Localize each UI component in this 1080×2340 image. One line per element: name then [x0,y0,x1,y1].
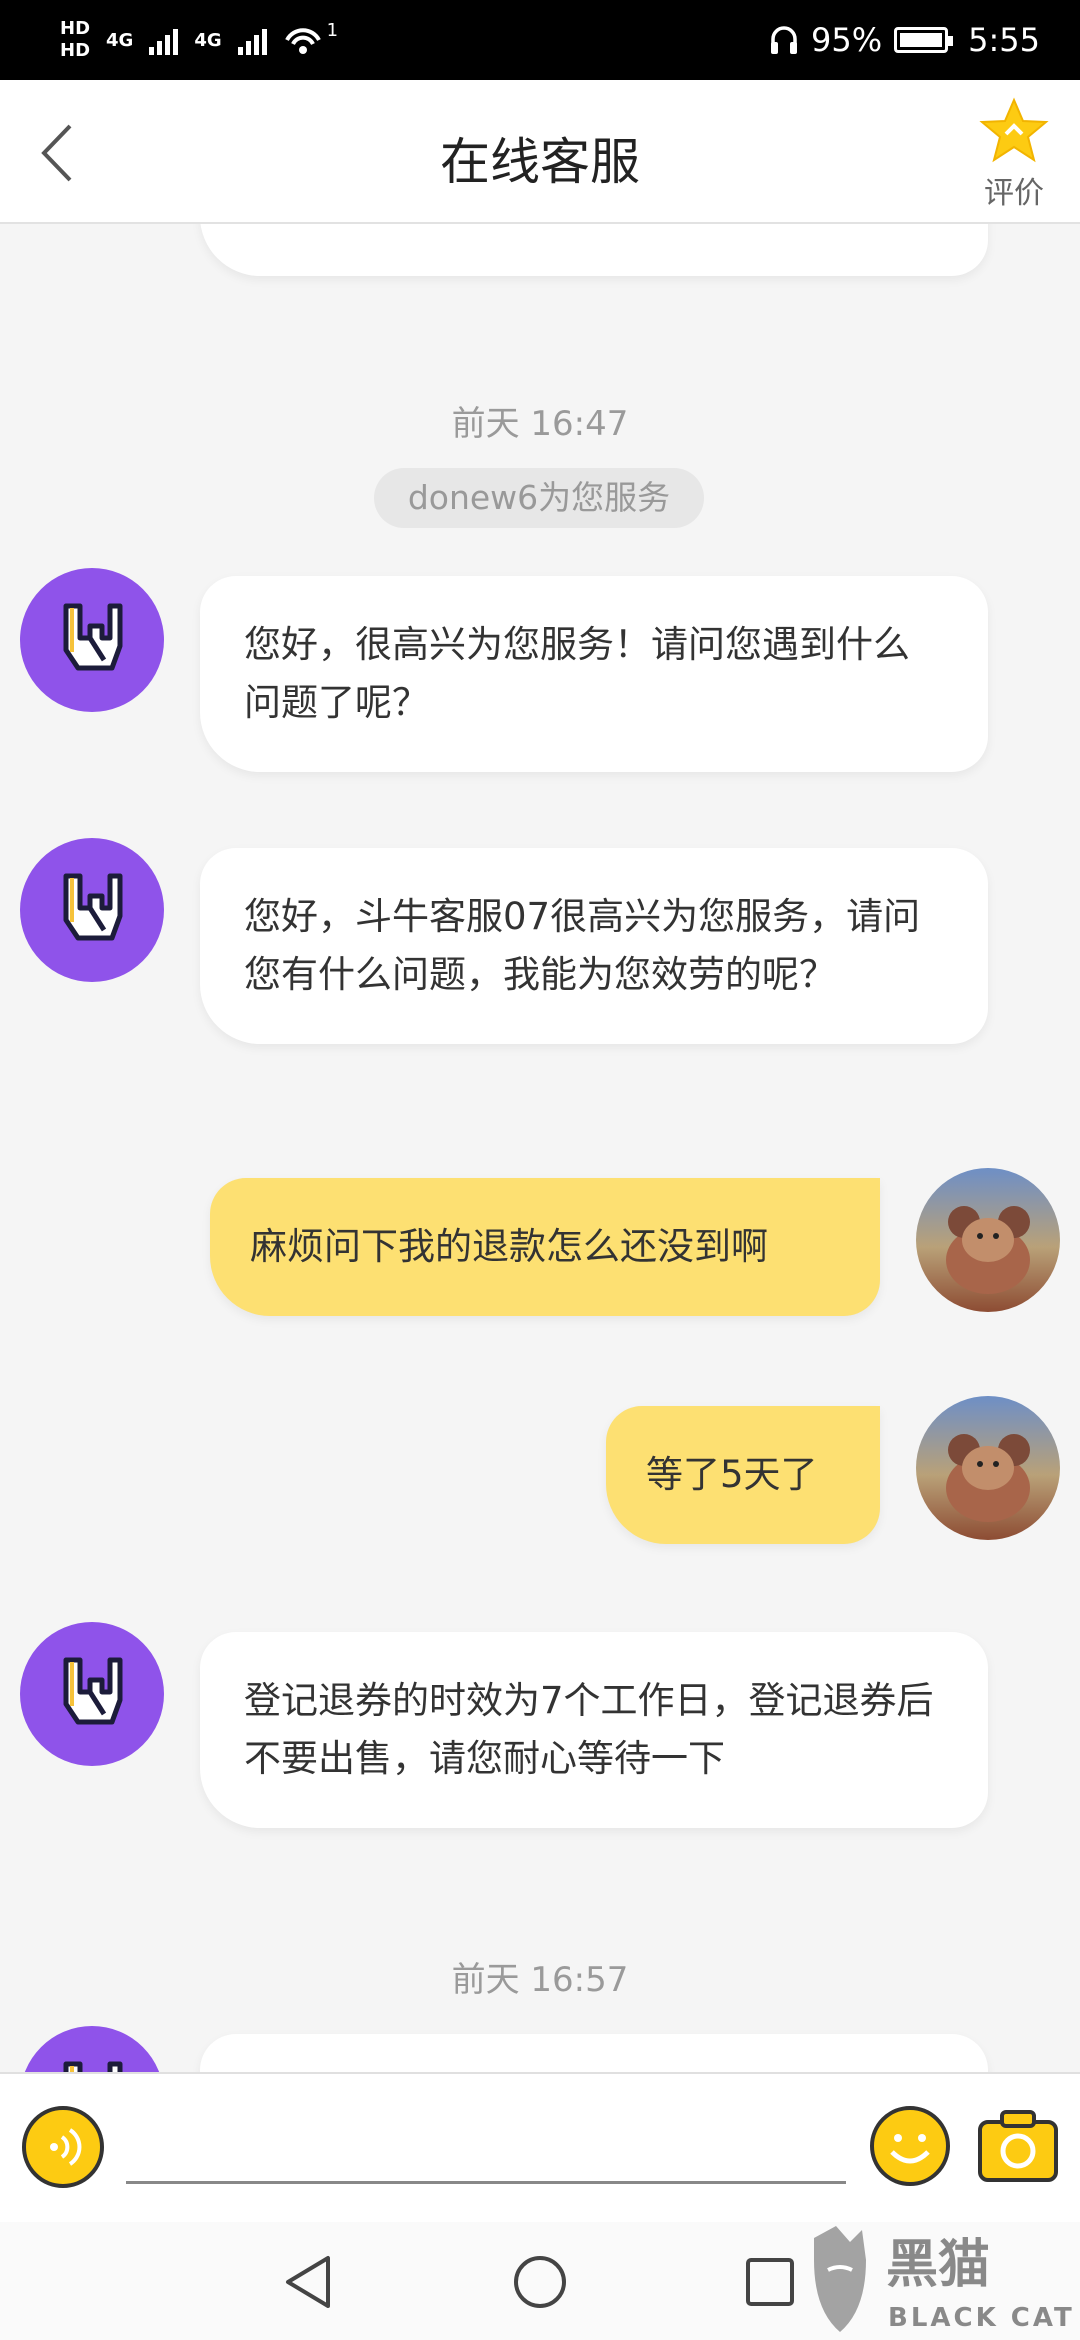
voice-icon [50,2128,82,2166]
rate-button[interactable]: 评价 [974,96,1054,212]
input-bar [0,2072,1080,2222]
message-bubble-partial [200,224,988,276]
user-message-text: 麻烦问下我的退款怎么还没到啊 [250,1225,768,1268]
user-avatar[interactable] [916,1168,1060,1312]
nav-back-icon[interactable] [278,2250,342,2314]
agent-message: 您好，斗牛客服07很高兴为您服务，请问您有什么问题，我能为您效劳的呢？ [200,848,988,1044]
status-bar: HD HD 4G 4G 1 95% 5:55 [0,0,1080,80]
rate-label: 评价 [984,176,1044,211]
page-title: 在线客服 [440,133,640,191]
battery-icon [894,27,954,53]
user-message: 麻烦问下我的退款怎么还没到啊 [210,1178,880,1316]
hd-indicator: HD HD [60,20,90,60]
agent-message-text: 登记退券的时效为7个工作日，登记退券后不要出售，请您耐心等待一下 [244,1679,934,1780]
agent-message: 登记退券的时效为7个工作日，登记退券后不要出售，请您耐心等待一下 [200,1632,988,1828]
wifi-icon [284,28,321,54]
rock-hand-icon [63,873,123,941]
watermark-text: 黑猫 [886,2235,990,2295]
timestamp: 前天 16:47 [451,404,629,444]
service-agent-chip: donew6为您服务 [374,468,704,528]
black-cat-watermark: 黑猫 BLACK CAT [814,2226,1075,2333]
agent-avatar[interactable] [20,568,164,712]
chat-area[interactable]: 前天 16:47 donew6为您服务 您好，很高兴为您服务！请问您遇到什么问题… [0,224,1080,2072]
user-message-text: 等了5天了 [646,1453,818,1496]
agent-avatar[interactable] [20,2026,164,2072]
message-input[interactable] [126,2114,846,2184]
rock-hand-icon [63,1657,123,1725]
battery-percent: 95% [811,21,883,59]
signal2-icon [237,25,267,55]
nav-home-icon[interactable] [508,2250,572,2314]
emoji-icon[interactable] [868,2104,952,2188]
signal1-icon [149,25,179,55]
user-avatar[interactable] [916,1396,1060,1540]
hd2-label: HD [60,40,91,61]
chat-header: 在线客服 评价 [0,80,1080,224]
user-message: 等了5天了 [606,1406,880,1544]
watermark-subtext: BLACK CAT [888,2303,1075,2333]
star-icon [979,97,1049,163]
nav-recents-icon[interactable] [738,2250,802,2314]
mouse-cartoon-icon [946,1434,1030,1522]
rock-hand-icon [63,603,123,671]
status-right: 95% 5:55 [769,0,1040,80]
camera-icon[interactable] [976,2108,1060,2184]
mouse-cartoon-icon [946,1206,1030,1294]
agent-message: 您好，很高兴为您服务！请问您遇到什么问题了呢？ [200,576,988,772]
agent-message-text: 您好，斗牛客服07很高兴为您服务，请问您有什么问题，我能为您效劳的呢？ [244,895,921,996]
rock-hand-icon [63,2061,123,2072]
headphones-icon [771,26,798,54]
agent-avatar[interactable] [20,1622,164,1766]
hd1-label: HD [60,18,91,39]
voice-button[interactable] [22,2106,104,2188]
agent-avatar[interactable] [20,838,164,982]
wifi-badge: 1 [326,19,339,41]
message-bubble-partial [200,2034,988,2072]
agent-message-text: 您好，很高兴为您服务！请问您遇到什么问题了呢？ [244,623,910,724]
status-left: HD HD 4G 4G 1 [60,14,338,66]
timestamp: 前天 16:57 [451,1960,629,2000]
net2-label: 4G [194,29,222,51]
clock: 5:55 [968,21,1040,59]
net1-label: 4G [106,29,134,51]
